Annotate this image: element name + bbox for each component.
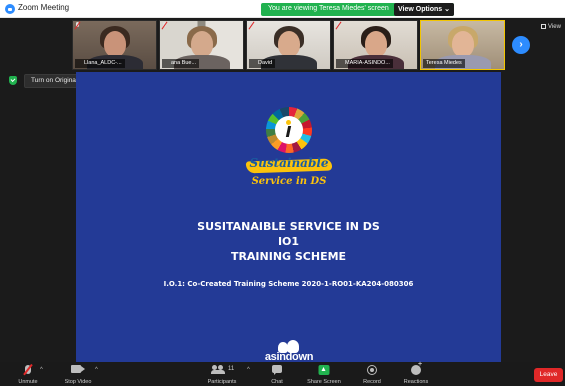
participant-count: 11 [228,366,235,372]
muted-mic-icon [162,22,167,29]
muted-mic-icon [336,22,341,29]
unmute-label: Unmute [18,379,38,385]
record-button[interactable]: Record [356,362,388,386]
reactions-icon [411,361,422,375]
asindown-logo: asindown [260,340,318,364]
audio-options-caret-icon[interactable]: ^ [40,367,43,373]
participants-icon [211,365,225,374]
view-button[interactable]: View [541,24,561,30]
participant-name: Llana_ALDC-... [75,59,125,68]
meeting-area: Llana_ALDC-... ana Bue... David MARIA-AS… [0,18,565,386]
shared-screen-slide: Sustainable Service in DS SUSITANAIBLE S… [76,72,501,364]
share-screen-button[interactable]: Share Screen [302,362,346,386]
view-options-button[interactable]: View Options ⌄ [394,3,454,16]
participant-tile[interactable]: Llana_ALDC-... [72,20,157,70]
record-label: Record [363,379,381,385]
chat-button[interactable]: Chat [262,362,292,386]
grid-icon [541,24,546,29]
view-label: View [548,24,561,30]
participant-tile-active-speaker[interactable]: Teresa Miedes [420,20,505,70]
participant-name: Teresa Miedes [423,59,465,68]
reactions-label: Reactions [403,379,429,385]
slide-title: SUSITANAIBLE SERVICE IN DS IO1 TRAINING … [76,219,501,264]
muted-mic-icon [249,22,254,29]
record-icon [367,365,377,375]
chat-label: Chat [271,379,283,385]
muted-mic-icon [25,365,31,374]
participant-name: MARIA-ASINDO... [336,59,393,68]
leave-button[interactable]: Leave [534,368,563,382]
participant-name: ana Bue... [162,59,200,68]
logo-text-sustainable: Sustainable [249,156,329,170]
chat-icon [272,365,282,375]
window-title: Zoom Meeting [18,3,70,12]
video-options-caret-icon[interactable]: ^ [95,367,98,373]
zoom-logo-icon [5,4,15,14]
participants-label: Participants [207,379,237,385]
meeting-toolbar: Unmute ^ Stop Video ^ Participants 11 ^ … [0,361,565,386]
participant-tile[interactable]: David [246,20,331,70]
stop-video-label: Stop Video [64,379,92,385]
slide-title-line: SUSITANAIBLE SERVICE IN DS [197,220,380,233]
unmute-button[interactable]: Unmute [10,362,46,386]
participants-caret-icon[interactable]: ^ [247,367,250,373]
participant-gallery: Llana_ALDC-... ana Bue... David MARIA-AS… [0,20,565,70]
screen-share-banner: You are viewing Teresa Miedes' screen Vi… [261,3,454,16]
participant-tile[interactable]: MARIA-ASINDO... [333,20,418,70]
participant-name: David [249,59,276,68]
title-bar: Zoom Meeting You are viewing Teresa Mied… [0,0,565,18]
share-screen-icon [318,365,330,375]
sdg-wheel-logo [266,107,312,153]
slide-title-line: IO1 [277,235,300,248]
screen-share-message: You are viewing Teresa Miedes' screen [268,5,389,12]
video-camera-icon [71,365,85,373]
stop-video-button[interactable]: Stop Video [58,362,98,386]
participant-tile[interactable]: ana Bue... [159,20,244,70]
slide-title-line: TRAINING SCHEME [230,250,347,263]
chevron-right-icon[interactable]: › [512,36,530,54]
muted-mic-icon [75,22,80,29]
slide-reference: I.O.1: Co-Created Training Scheme 2020-1… [163,280,414,288]
participants-button[interactable]: Participants [200,362,244,386]
share-screen-label: Share Screen [307,379,341,385]
reactions-button[interactable]: Reactions [396,361,436,386]
encryption-shield-icon[interactable] [9,76,17,85]
logo-text-service: Service in DS [251,176,327,187]
